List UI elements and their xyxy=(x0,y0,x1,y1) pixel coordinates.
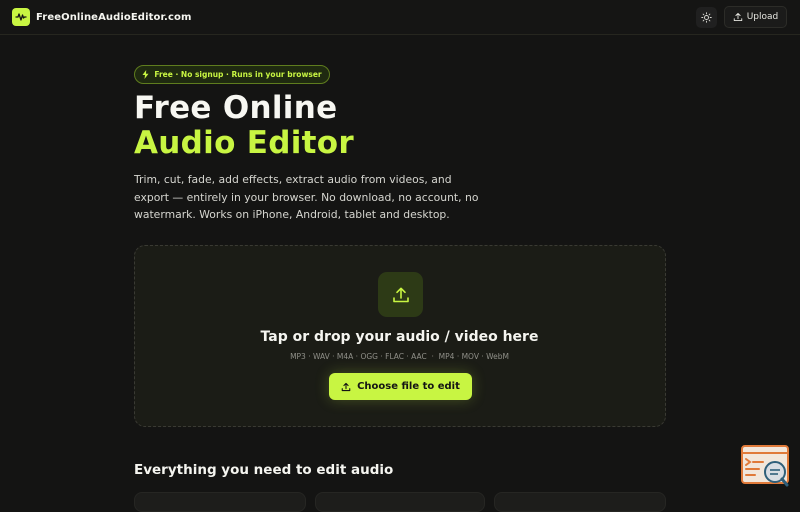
supported-formats: MP3 · WAV · M4A · OGG · FLAC · AAC · MP4… xyxy=(290,352,509,361)
upload-icon xyxy=(341,382,351,391)
upload-button-label: Upload xyxy=(746,12,779,22)
choose-file-button[interactable]: Choose file to edit xyxy=(329,373,472,400)
dropzone-title: Tap or drop your audio / video here xyxy=(260,329,539,345)
upload-button[interactable]: Upload xyxy=(724,6,787,28)
upload-tile xyxy=(378,272,423,317)
hero-description: Trim, cut, fade, add effects, extract au… xyxy=(134,173,479,221)
brand-name: FreeOnlineAudioEditor.com xyxy=(36,11,192,23)
features-section-title: Everything you need to edit audio xyxy=(134,462,394,478)
sun-icon xyxy=(701,12,712,23)
choose-file-button-label: Choose file to edit xyxy=(357,381,460,392)
hero-title-line2: Audio Editor xyxy=(134,125,354,161)
feature-card[interactable] xyxy=(315,492,485,512)
top-bar: FreeOnlineAudioEditor.com Upload xyxy=(0,0,800,35)
lightning-icon xyxy=(142,70,149,79)
help-widget-icon[interactable] xyxy=(741,445,791,487)
feature-card[interactable] xyxy=(134,492,306,512)
feature-badge: Free · No signup · Runs in your browser xyxy=(134,65,330,84)
upload-icon xyxy=(392,287,409,302)
file-dropzone[interactable]: Tap or drop your audio / video here MP3 … xyxy=(134,245,666,427)
feature-card[interactable] xyxy=(494,492,666,512)
brand[interactable]: FreeOnlineAudioEditor.com xyxy=(12,8,191,26)
feature-badge-text: Free · No signup · Runs in your browser xyxy=(154,70,322,79)
upload-icon xyxy=(733,12,742,22)
waveform-icon xyxy=(12,8,30,26)
theme-toggle-button[interactable] xyxy=(696,7,717,28)
hero-title-line1: Free Online xyxy=(134,90,338,126)
